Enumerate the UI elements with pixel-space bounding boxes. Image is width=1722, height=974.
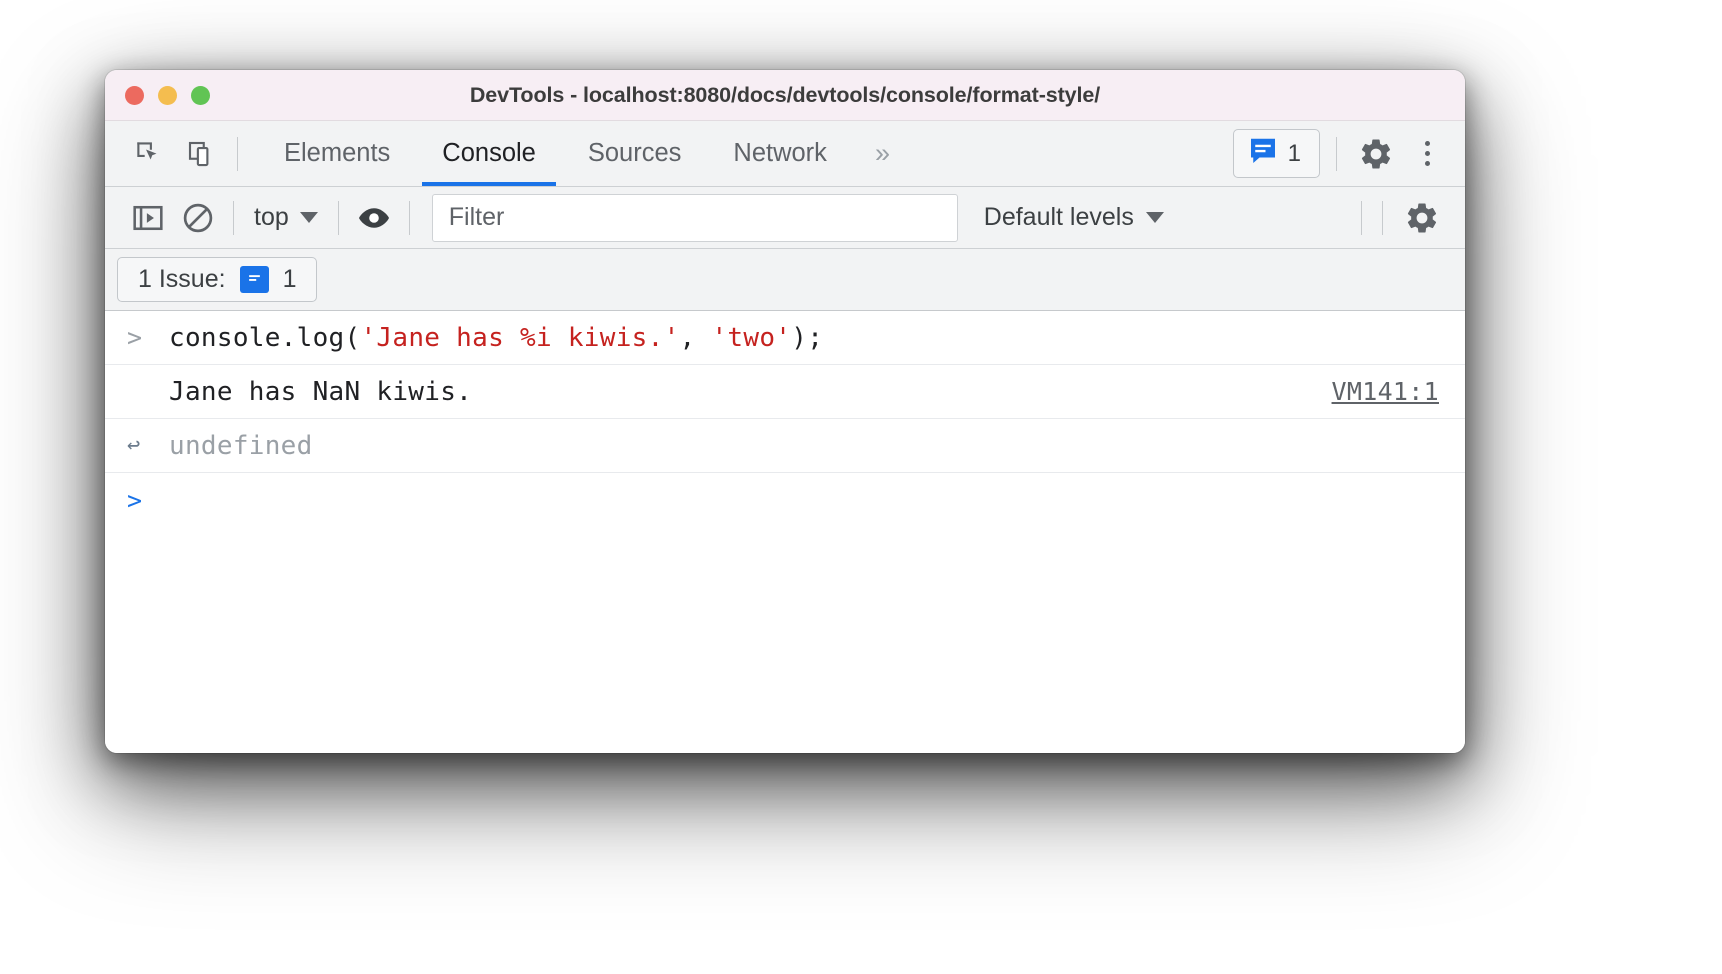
traffic-light-buttons (125, 85, 210, 105)
code-string-arg: 'two' (711, 322, 792, 353)
console-result-text: undefined (169, 430, 313, 461)
filter-input[interactable]: Filter (431, 193, 958, 242)
more-tabs-icon[interactable]: » (853, 140, 912, 167)
maximize-button[interactable] (191, 85, 210, 105)
console-toolbar-right (1351, 189, 1465, 247)
code-string-format: 'Jane has %i kiwis.' (360, 322, 680, 353)
console-toolbar: top Filter Default levels (105, 187, 1465, 249)
kebab-dot-1 (1424, 141, 1430, 146)
console-input-row[interactable]: > console.log('Jane has %i kiwis.', 'two… (105, 311, 1465, 365)
console-toolbar-divider-2 (337, 200, 339, 235)
console-toolbar-divider-3 (408, 200, 410, 235)
live-expression-eye-icon[interactable] (349, 195, 399, 241)
kebab-dot-3 (1424, 161, 1430, 166)
code-call: console.log( (169, 322, 361, 353)
tab-network[interactable]: Network (707, 121, 853, 186)
tab-elements-label: Elements (284, 139, 391, 167)
tab-network-label: Network (733, 139, 827, 167)
console-settings-gear-icon[interactable] (1393, 189, 1451, 247)
panel-tabs: Elements Console Sources Network » (258, 121, 912, 186)
log-level-label: Default levels (983, 203, 1134, 231)
devtools-tabbar: Elements Console Sources Network » 1 (105, 121, 1465, 187)
close-button[interactable] (125, 85, 144, 105)
execution-context-selector[interactable]: top (244, 203, 328, 232)
clear-console-icon[interactable] (173, 195, 223, 241)
issues-bar: 1 Issue: 1 (105, 249, 1465, 311)
console-result-row[interactable]: ↩ undefined (105, 419, 1465, 473)
issues-speech-bubble-icon (1248, 137, 1278, 170)
code-tail: ); (791, 322, 824, 353)
console-output-row[interactable]: Jane has NaN kiwis. VM141:1 (105, 365, 1465, 419)
code-comma: , (679, 322, 712, 353)
device-toolbar-icon[interactable] (175, 128, 227, 180)
tab-console-label: Console (442, 139, 536, 167)
tab-console[interactable]: Console (416, 121, 562, 186)
return-arrow-icon: ↩ (127, 433, 141, 458)
issues-bar-label: 1 Issue: (138, 265, 226, 293)
console-prompt-row[interactable]: > (105, 473, 1465, 527)
console-message-list: > console.log('Jane has %i kiwis.', 'two… (105, 311, 1465, 753)
issues-count: 1 (1287, 139, 1301, 167)
console-toolbar-divider-5 (1382, 200, 1383, 235)
log-level-selector[interactable]: Default levels (984, 203, 1164, 232)
prompt-chevron-icon-active: > (127, 485, 143, 515)
console-input-code: console.log('Jane has %i kiwis.', 'two')… (169, 323, 823, 353)
execution-context-label: top (254, 203, 289, 231)
devtools-window: DevTools - localhost:8080/docs/devtools/… (105, 70, 1465, 753)
console-output-text: Jane has NaN kiwis. (169, 376, 473, 407)
console-toolbar-divider-1 (233, 200, 234, 235)
overflow-menu-icon[interactable] (1405, 125, 1449, 183)
chevron-down-icon-levels (1145, 212, 1164, 223)
tab-sources[interactable]: Sources (562, 121, 708, 186)
console-source-link[interactable]: VM141:1 (1332, 377, 1439, 406)
filter-placeholder: Filter (448, 203, 505, 231)
inspect-element-icon[interactable] (123, 128, 175, 180)
chevron-down-icon (299, 212, 318, 223)
tab-sources-label: Sources (587, 139, 682, 167)
issues-counter-button[interactable]: 1 (1232, 129, 1320, 178)
prompt-chevron-icon: > (127, 323, 143, 352)
tabbar-divider-2 (1336, 136, 1337, 171)
kebab-dot-2 (1424, 151, 1430, 156)
screenshot-root: DevTools - localhost:8080/docs/devtools/… (0, 0, 1722, 974)
console-toolbar-divider-4 (1361, 200, 1362, 235)
gear-icon[interactable] (1347, 125, 1405, 183)
window-title: DevTools - localhost:8080/docs/devtools/… (469, 82, 1101, 107)
issues-bar-button[interactable]: 1 Issue: 1 (117, 257, 318, 302)
tab-elements[interactable]: Elements (258, 121, 416, 186)
issues-speech-bubble-icon-small (239, 266, 269, 293)
toolbar-divider (237, 136, 238, 171)
console-sidebar-toggle-icon[interactable] (123, 195, 173, 241)
issues-bar-count: 1 (282, 265, 297, 293)
minimize-button[interactable] (158, 85, 177, 105)
window-titlebar: DevTools - localhost:8080/docs/devtools/… (105, 70, 1465, 121)
tabbar-right-group: 1 (1232, 121, 1465, 186)
